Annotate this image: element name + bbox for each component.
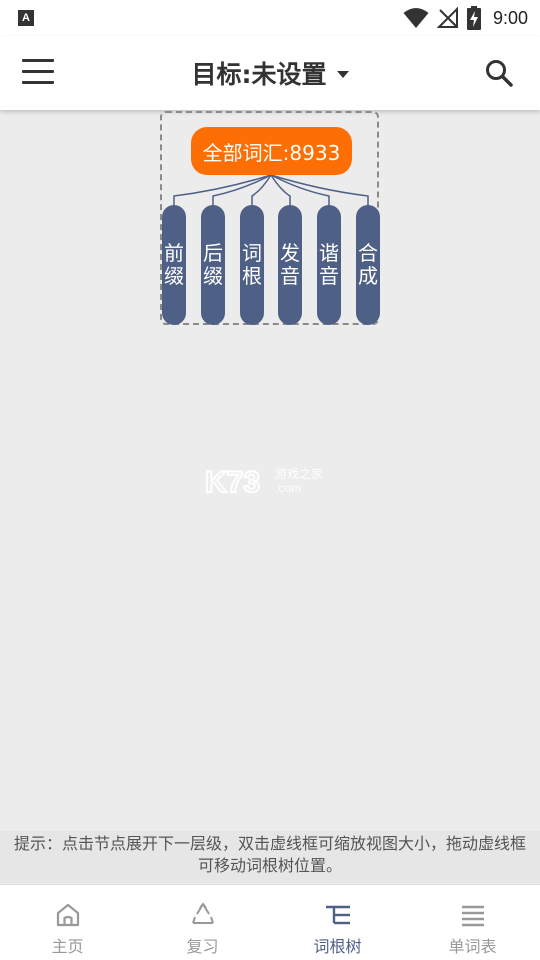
tree-node-pronunciation[interactable]: 发 音	[278, 205, 302, 325]
menu-button[interactable]	[22, 59, 54, 87]
clock: 9:00	[492, 7, 528, 28]
nav-home[interactable]: 主页	[0, 885, 135, 960]
tree-node-suffix[interactable]: 后 缀	[201, 205, 225, 325]
app-notification-icon: A	[18, 10, 34, 26]
search-icon	[486, 60, 513, 87]
tree-node-homophone[interactable]: 谐 音	[317, 205, 341, 325]
svg-text:K73: K73	[205, 466, 260, 499]
page-title: 目标:未设置	[191, 60, 327, 89]
nav-word-list[interactable]: 单词表	[405, 885, 540, 960]
usage-hint: 提示：点击节点展开下一层级，双击虚线框可缩放视图大小，拖动虚线框可移动词根树位置…	[0, 831, 540, 883]
wifi-icon	[403, 8, 429, 28]
menu-icon	[22, 59, 54, 62]
tree-root-node[interactable]: 全部词汇:8933	[191, 127, 352, 175]
bottom-navigation: 主页 复习 词根树 单词表	[0, 884, 540, 960]
app-bar: 目标:未设置	[0, 36, 540, 110]
recycle-icon	[191, 902, 214, 924]
nav-word-tree[interactable]: 词根树	[270, 885, 405, 960]
status-bar: A 9:00	[0, 0, 540, 36]
caret-down-icon	[336, 70, 349, 78]
tree-icon	[325, 905, 350, 925]
nav-review[interactable]: 复习	[135, 885, 270, 960]
battery-charging-icon	[466, 6, 481, 30]
svg-text:游戏之家: 游戏之家	[275, 466, 323, 481]
no-signal-icon	[436, 7, 458, 28]
search-button[interactable]	[484, 58, 514, 88]
tree-node-prefix[interactable]: 前 缀	[162, 205, 186, 325]
status-icons: 9:00	[403, 6, 528, 30]
k73-watermark-logo: K73 游戏之家 .com	[205, 465, 323, 500]
list-icon	[461, 905, 484, 927]
tree-node-root[interactable]: 词 根	[240, 205, 264, 325]
svg-text:.com: .com	[275, 481, 301, 495]
goal-dropdown[interactable]: 目标:未设置	[192, 55, 349, 91]
home-icon	[56, 903, 79, 927]
app-screen: A 9:00 目标:未设置 全部词汇:8933 前 缀 后 缀 词 根 发 音 …	[0, 0, 540, 960]
tree-node-compound[interactable]: 合 成	[356, 205, 380, 325]
